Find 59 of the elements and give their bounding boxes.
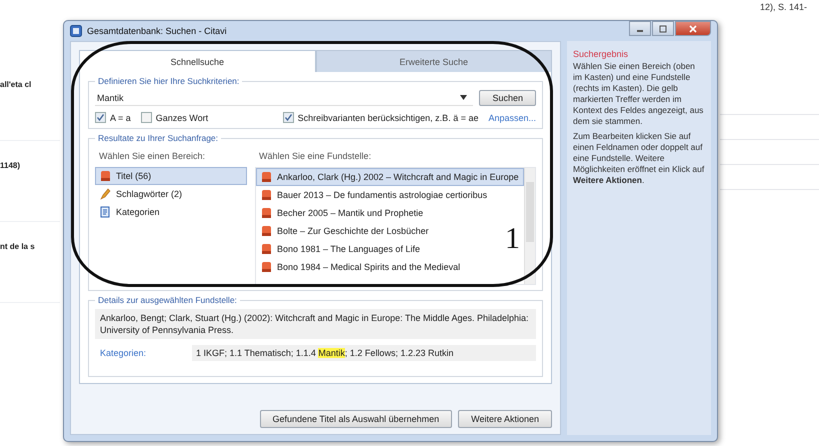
action-button[interactable]: Gefundene Titel als Auswahl übernehmen xyxy=(260,410,452,428)
hit-item[interactable]: Bauer 2013 – De fundamentis astrologiae certioribus xyxy=(256,186,492,204)
maximize-button[interactable] xyxy=(652,21,674,36)
background-text: all'eta cl xyxy=(0,60,60,141)
book-icon xyxy=(100,170,111,182)
citation-text: Ankarloo, Bengt; Clark, Stuart (Hg.) (2002): Witchcraft and Magic in Europe: The Middle Ages. Philadelphia: University of Pennsylvania Press. xyxy=(95,309,536,339)
categories-text: 1 IKGF; 1.1 Thematisch; 1.1.4 Mantik; 1.2 Fellows; 1.2.23 Rutkin xyxy=(192,345,536,361)
maximize-icon xyxy=(659,24,667,32)
customize-link[interactable]: Anpassen... xyxy=(488,112,536,122)
option-label: Schreibvarianten berücksichtigen, z.B. ä = ae xyxy=(298,112,478,122)
list-label: Wählen Sie eine Fundstelle: xyxy=(259,151,372,161)
checkbox-option[interactable]: Schreibvarianten berücksichtigen, z.B. ä = ae xyxy=(282,112,478,123)
tab[interactable]: Erweiterte Suche xyxy=(316,50,552,72)
option-label: A = a xyxy=(110,112,131,122)
area-item[interactable]: Kategorien xyxy=(95,203,165,221)
help-title: Suchergebnis xyxy=(573,49,630,59)
book-icon xyxy=(261,171,272,183)
background-text: 12), S. 141- xyxy=(760,2,808,12)
tab[interactable]: Schnellsuche xyxy=(79,50,316,72)
window-title: Gesamtdatenbank: Suchen - Citavi xyxy=(87,26,227,36)
background-text: nt de la s xyxy=(0,222,60,303)
hit-item[interactable]: Ankarloo, Clark (Hg.) 2002 – Witchcraft and Magic in Europe xyxy=(256,168,524,186)
checkbox[interactable] xyxy=(95,112,106,123)
hit-item[interactable]: Bolte – Zur Geschichte der Losbücher xyxy=(256,222,434,240)
help-text: Zum Bearbeiten klicken Sie auf einen Feldnamen oder doppelt auf eine Fundstelle. Weitere Möglichkeiten eröffnet ein Klick auf Weitere Aktionen. xyxy=(573,131,705,186)
group-legend: Definieren Sie hier Ihre Suchkriterien: xyxy=(95,76,242,86)
app-icon xyxy=(70,25,82,37)
hit-item[interactable]: Bono 1984 – Medical Spirits and the Medieval xyxy=(256,258,466,276)
search-button[interactable]: Suchen xyxy=(479,90,536,106)
close-button[interactable] xyxy=(675,21,711,36)
book-icon xyxy=(261,243,272,255)
action-button[interactable]: Weitere Aktionen xyxy=(458,410,552,428)
area-item[interactable]: Schlagwörter (2) xyxy=(95,185,188,203)
area-item[interactable]: Titel (56) xyxy=(95,167,247,185)
help-text: Wählen Sie einen Bereich (oben im Kasten) und eine Fundstelle (rechts im Kasten). Die gelb markierten Treffer werden im Kontext des Feldes angezeigt, aus dem sie stammen. xyxy=(573,61,704,127)
pen-icon xyxy=(100,188,111,200)
option-label: Ganzes Wort xyxy=(156,112,208,122)
hit-item[interactable]: Becher 2005 – Mantik und Prophetie xyxy=(256,204,428,222)
dropdown-caret-icon xyxy=(460,95,468,100)
background-text: 1148) xyxy=(0,141,60,222)
list-label: Wählen Sie einen Bereich: xyxy=(99,151,206,161)
checkbox-option[interactable]: Ganzes Wort xyxy=(140,112,208,123)
minimize-button[interactable] xyxy=(629,21,651,36)
group-legend: Details zur ausgewählten Fundstelle: xyxy=(95,295,240,305)
document-icon xyxy=(100,206,111,218)
checkbox[interactable] xyxy=(140,112,152,123)
search-field[interactable]: Mantik xyxy=(95,90,474,106)
book-icon xyxy=(261,207,272,219)
book-icon xyxy=(261,189,272,201)
book-icon xyxy=(261,261,272,273)
categories-label[interactable]: Kategorien: xyxy=(95,348,192,358)
scrollbar[interactable] xyxy=(524,168,535,284)
hit-item[interactable]: Bono 1981 – The Languages of Life xyxy=(256,240,425,258)
close-icon xyxy=(689,24,697,32)
annotation-number: 1 xyxy=(505,222,520,256)
group-legend: Resultate zu Ihrer Suchanfrage: xyxy=(95,133,222,143)
checkbox[interactable] xyxy=(282,112,294,123)
book-icon xyxy=(261,225,272,237)
checkbox-option[interactable]: A = a xyxy=(95,112,131,123)
